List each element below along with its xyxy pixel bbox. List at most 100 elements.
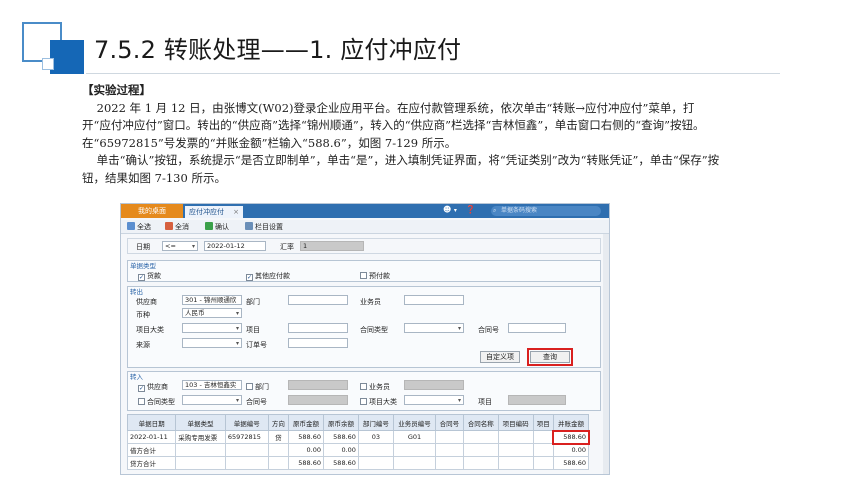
cell [462, 443, 499, 457]
cell [462, 456, 499, 470]
out-salesman-label: 业务员 [360, 298, 381, 306]
in-contract-type-select[interactable]: ▾ [182, 395, 242, 405]
user-icon[interactable]: ☻ [443, 205, 451, 214]
col-doc-date[interactable]: 单据日期 [126, 414, 177, 431]
source-label: 来源 [136, 341, 150, 349]
currency-select[interactable]: 人民币 ▾ [182, 308, 242, 318]
cell: 采购专用发票 [175, 430, 226, 444]
out-dept-field[interactable] [288, 295, 348, 305]
cell: 588.60 [288, 430, 324, 444]
in-contract-type-checkbox[interactable]: 合同类型 [138, 397, 175, 407]
tab-ap-offset-label: 应付冲应付 [189, 208, 224, 216]
search-placeholder: 单据条码搜索 [501, 207, 538, 214]
cell: 借方合计 [126, 443, 177, 457]
order-no-field[interactable] [288, 338, 348, 348]
out-supplier-label: 供应商 [136, 298, 157, 306]
column-settings-icon [245, 222, 253, 230]
cell [532, 430, 554, 444]
in-project-field[interactable] [508, 395, 566, 405]
col-contract-name[interactable]: 合同名称 [462, 414, 499, 431]
out-project-type-select[interactable]: ▾ [182, 323, 242, 333]
slide-title: 7.5.2 转账处理——1. 应付冲应付 [94, 30, 472, 65]
out-salesman-field[interactable] [404, 295, 464, 305]
close-icon[interactable]: × [233, 206, 239, 218]
deselect-all-button[interactable]: 全消 [165, 222, 189, 232]
in-dept-checkbox[interactable]: 部门 [246, 382, 269, 392]
checkbox-checked-icon: ✓ [246, 274, 253, 281]
paragraph-2: 单击“确认”按钮，系统提示“是否立即制单”，单击“是”，进入填制凭证界面，将“凭… [82, 153, 720, 185]
offset-grid: 单据日期 单据类型 单据编号 方向 原币金额 原币余额 部门编号 业务员编号 合… [126, 414, 590, 470]
query-button[interactable]: 查询 [527, 348, 573, 366]
col-orig-amount[interactable]: 原币金额 [288, 414, 324, 431]
in-contract-no-field[interactable] [288, 395, 348, 405]
confirm-button[interactable]: 确认 [205, 222, 229, 232]
barcode-search-input[interactable]: ⌕ 单据条码搜索 [491, 206, 601, 216]
toolbar: 全选 全消 确认 栏目设置 [121, 220, 609, 234]
select-all-button[interactable]: 全选 [127, 222, 151, 232]
column-settings-button[interactable]: 栏目设置 [245, 222, 283, 232]
in-supplier-field[interactable]: 103 - 吉林恒鑫实 [182, 380, 242, 390]
out-contract-type-select[interactable]: ▾ [404, 323, 464, 333]
col-salesman-code[interactable]: 业务员编号 [392, 414, 437, 431]
col-merge-amount[interactable]: 并账金额 [552, 414, 590, 431]
slide: 7.5.2 转账处理——1. 应付冲应付 【实验过程】 2022 年 1 月 1… [0, 0, 860, 484]
offset-table: 单据日期 单据类型 单据编号 方向 原币金额 原币余额 部门编号 业务员编号 合… [126, 414, 590, 470]
order-no-label: 订单号 [246, 341, 267, 349]
out-project-type-label: 项目大类 [136, 326, 164, 334]
out-dept-label: 部门 [246, 298, 260, 306]
search-icon: ⌕ [493, 207, 497, 214]
decor-square-small [42, 58, 54, 70]
doc-type-prepay-checkbox[interactable]: 预付款 [360, 271, 390, 281]
cell [392, 443, 437, 457]
col-project[interactable]: 项目 [532, 414, 554, 431]
table-row[interactable]: 2022-01-11 采购专用发票 65972815 贷 588.60 588.… [126, 429, 590, 445]
confirm-icon [205, 222, 213, 230]
in-dept-field[interactable] [288, 380, 348, 390]
in-supplier-checkbox[interactable]: ✓ 供应商 [138, 382, 168, 392]
cell: G01 [392, 430, 437, 444]
cell: 0.00 [322, 443, 359, 457]
table-row: 借方合计 0.00 0.00 0.00 [126, 443, 590, 457]
out-contract-type-label: 合同类型 [360, 326, 388, 334]
doc-type-other-checkbox[interactable]: ✓ 其他应付款 [246, 271, 290, 281]
col-doc-type[interactable]: 单据类型 [175, 414, 226, 431]
out-project-field[interactable] [288, 323, 348, 333]
in-project-type-select[interactable]: ▾ [404, 395, 464, 405]
col-contract-no[interactable]: 合同号 [435, 414, 464, 431]
doc-type-goods-checkbox[interactable]: ✓ 货款 [138, 271, 161, 281]
tab-ap-offset[interactable]: 应付冲应付 × [185, 206, 243, 218]
rate-field[interactable]: 1 [300, 241, 364, 251]
chevron-down-icon: ▾ [457, 325, 461, 332]
col-orig-balance[interactable]: 原币余额 [322, 414, 359, 431]
col-direction[interactable]: 方向 [267, 414, 290, 431]
col-doc-no[interactable]: 单据编号 [224, 414, 269, 431]
doc-type-group: 单据类型 ✓ 货款 ✓ 其他应付款 预付款 [127, 260, 601, 282]
chevron-down-icon: ▾ [191, 243, 195, 250]
chevron-down-icon[interactable]: ▾ [454, 207, 457, 214]
chevron-down-icon: ▾ [235, 397, 239, 404]
cell [435, 430, 464, 444]
col-dept-code[interactable]: 部门编号 [357, 414, 394, 431]
in-salesman-checkbox[interactable]: 业务员 [360, 382, 390, 392]
experiment-heading: 【实验过程】 [82, 83, 151, 97]
checkbox-checked-icon: ✓ [138, 274, 145, 281]
cell: 588.60 [322, 430, 359, 444]
help-icon[interactable]: ❓ [465, 205, 475, 214]
in-salesman-field[interactable] [404, 380, 464, 390]
vertical-scrollbar[interactable] [603, 234, 609, 474]
custom-items-button[interactable]: 自定义项 [480, 351, 520, 363]
cell [175, 456, 226, 470]
checkbox-icon [138, 398, 145, 405]
date-operator-select[interactable]: <= ▾ [162, 241, 198, 251]
in-project-type-checkbox[interactable]: 项目大类 [360, 397, 397, 407]
source-select[interactable]: ▾ [182, 338, 242, 348]
cell: 588.60 [552, 456, 590, 470]
cell [267, 456, 290, 470]
date-field[interactable]: 2022-01-12 [204, 241, 266, 251]
col-project-code[interactable]: 项目编码 [497, 414, 534, 431]
merge-amount-input[interactable]: 588.60 [552, 429, 590, 445]
tab-my-desktop[interactable]: 我的桌面 [121, 204, 183, 218]
cell [532, 443, 554, 457]
out-contract-no-field[interactable] [508, 323, 566, 333]
out-supplier-field[interactable]: 301 - 锦州顺通欣 [182, 295, 242, 305]
